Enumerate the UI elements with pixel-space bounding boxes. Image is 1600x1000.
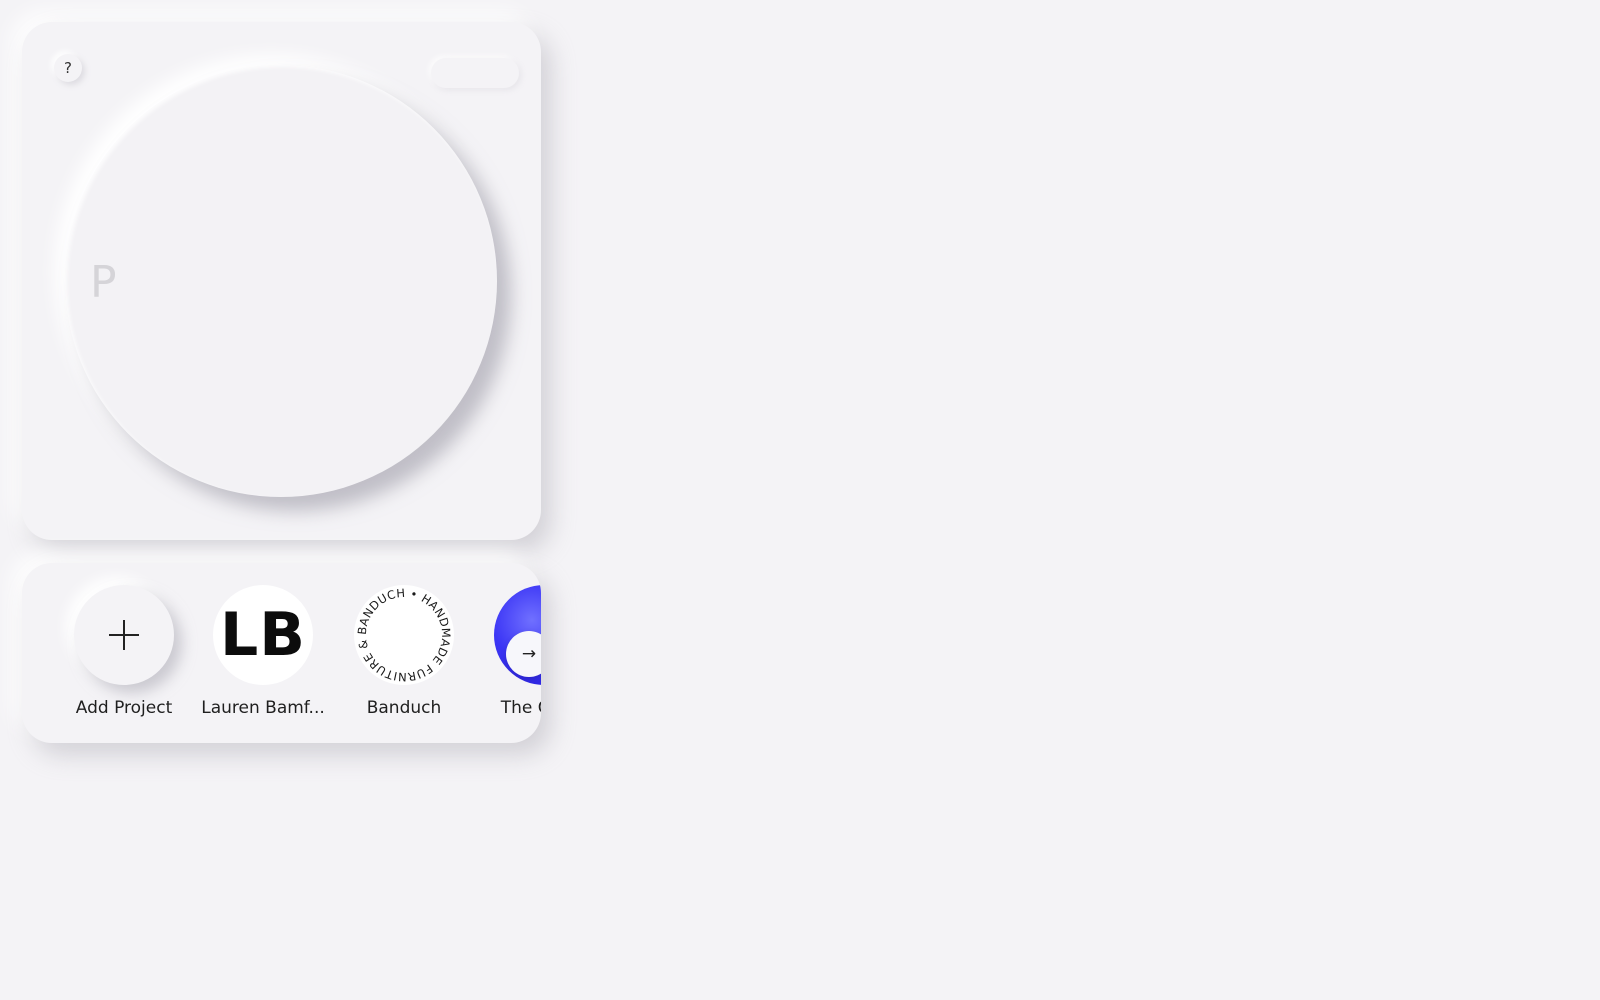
header-action-button[interactable] [431,58,519,88]
project-logo-global[interactable]: → [494,585,541,685]
project-label: The Globa [500,698,541,718]
project-logo-lb[interactable]: LB [213,585,313,685]
project-item-global[interactable]: → The Globa [476,585,541,718]
add-project-button[interactable]: Add Project [56,585,192,718]
project-item-banduch[interactable]: BANDUCH • HANDMADE FURNITURE & TURNED OB… [336,585,472,718]
svg-text:BANDUCH • HANDMADE FURNITURE &: BANDUCH • HANDMADE FURNITURE & TURNED OB… [354,585,453,684]
arrow-right-icon: → [521,644,537,664]
profile-card: ? P [22,22,541,540]
projects-strip: Add Project LB Lauren Bamf... BANDUCH • … [22,563,541,743]
project-item-lauren[interactable]: LB Lauren Bamf... [195,585,331,718]
avatar-initial: P [90,257,117,308]
help-button[interactable]: ? [54,54,82,82]
banduch-logo: BANDUCH • HANDMADE FURNITURE & TURNED OB… [354,585,453,684]
project-label: Banduch [366,698,442,718]
add-project-label: Add Project [75,698,173,718]
profile-avatar[interactable] [65,65,497,497]
scroll-right-button[interactable]: → [506,631,541,677]
plus-icon [109,620,139,650]
project-logo-banduch[interactable]: BANDUCH • HANDMADE FURNITURE & TURNED OB… [354,585,454,685]
lb-logo-text: LB [220,600,306,670]
banduch-ring-text: BANDUCH • HANDMADE FURNITURE & TURNED OB… [354,585,453,684]
project-label: Lauren Bamf... [201,698,325,718]
add-project-circle[interactable] [74,585,174,685]
